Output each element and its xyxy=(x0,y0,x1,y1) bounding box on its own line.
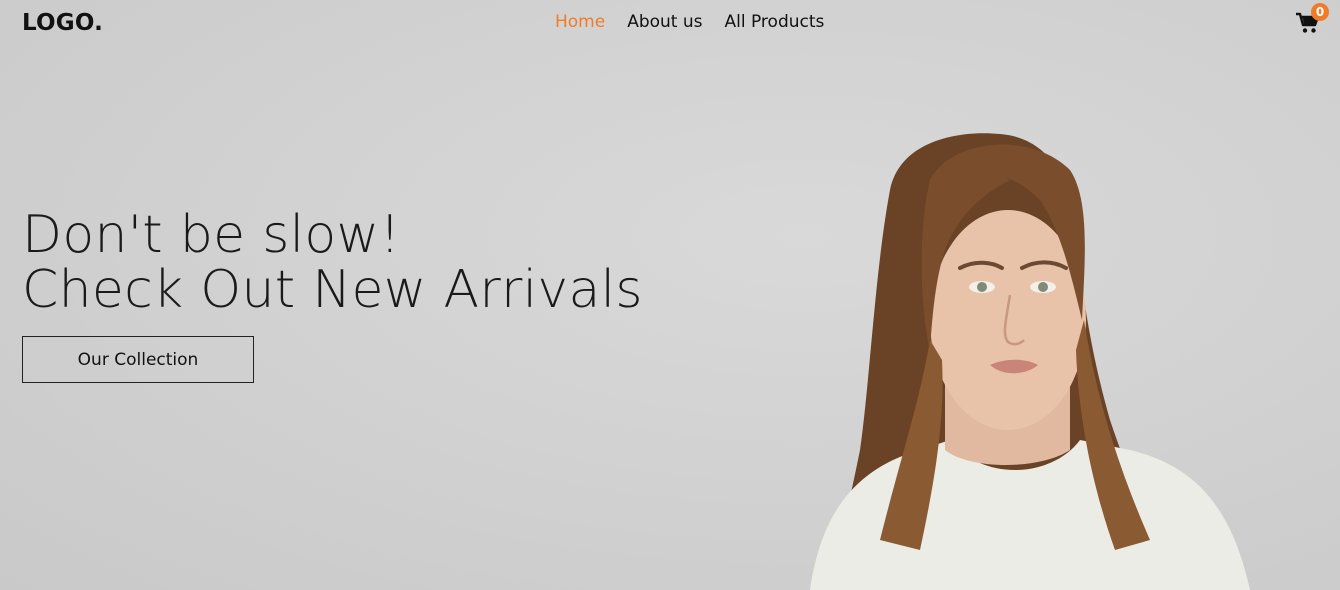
model-photo xyxy=(810,133,1250,590)
headline-line-2: Check Out New Arrivals xyxy=(22,260,643,320)
nav-link-about-us[interactable]: About us xyxy=(627,12,702,32)
cart-button[interactable]: 0 xyxy=(1296,3,1329,36)
cart-count-badge: 0 xyxy=(1311,3,1329,21)
hero-section: LOGO. Home About us All Products 0 Don't… xyxy=(0,0,1340,590)
nav-link-all-products[interactable]: All Products xyxy=(725,12,825,32)
nav-links: Home About us All Products xyxy=(555,12,824,32)
our-collection-button[interactable]: Our Collection xyxy=(22,336,254,383)
logo[interactable]: LOGO. xyxy=(22,10,103,36)
hero-headline: Don't be slow! Check Out New Arrivals xyxy=(22,208,643,318)
nav-link-home[interactable]: Home xyxy=(555,12,605,32)
headline-line-1: Don't be slow! xyxy=(22,205,401,265)
navbar: LOGO. Home About us All Products 0 xyxy=(0,0,1340,48)
